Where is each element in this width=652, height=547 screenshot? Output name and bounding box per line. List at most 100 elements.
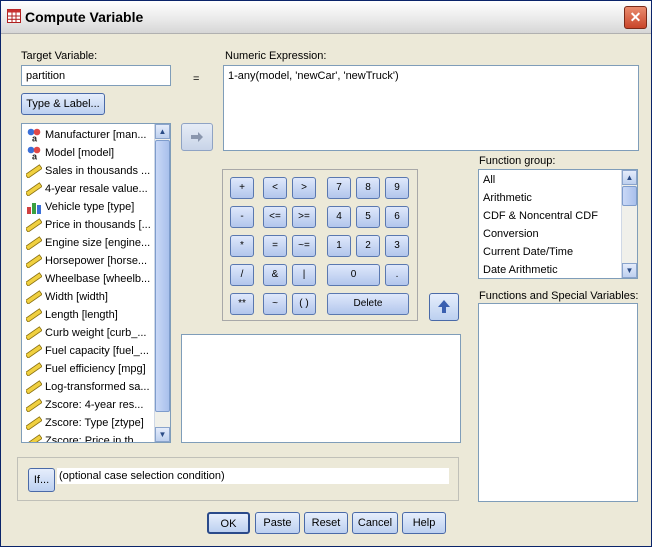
variable-list-item[interactable]: Zscore: Price in th... — [26, 432, 154, 443]
key-0[interactable]: 0 — [327, 264, 380, 286]
target-variable-label: Target Variable: — [21, 50, 98, 62]
key-6[interactable]: 6 — [385, 206, 409, 228]
equals-sign: = — [193, 73, 200, 85]
key-power[interactable]: ** — [230, 293, 254, 315]
key-not[interactable]: ~ — [263, 293, 287, 315]
move-variable-button[interactable] — [181, 123, 213, 151]
function-group-item[interactable]: CDF & Noncentral CDF — [483, 207, 598, 225]
key-greater-than[interactable]: > — [292, 177, 316, 199]
key-multiply[interactable]: * — [230, 235, 254, 257]
variable-list-item[interactable]: Wheelbase [wheelb... — [26, 270, 154, 288]
key-delete[interactable]: Delete — [327, 293, 409, 315]
variable-list-item-label: 4-year resale value... — [45, 183, 148, 195]
variable-list-scrollbar[interactable]: ▲ ▼ — [154, 124, 170, 442]
scroll-down-icon[interactable]: ▼ — [622, 263, 637, 278]
variable-list-item[interactable]: Fuel capacity [fuel_... — [26, 342, 154, 360]
key-less-equal[interactable]: <= — [263, 206, 287, 228]
help-button[interactable]: Help — [402, 512, 446, 534]
variable-list-item-label: Vehicle type [type] — [45, 201, 135, 213]
variable-list-item[interactable]: Log-transformed sa... — [26, 378, 154, 396]
key-less-than[interactable]: < — [263, 177, 287, 199]
arrow-right-icon — [191, 132, 203, 142]
if-button[interactable]: If... — [28, 468, 55, 492]
numeric-expression-text: 1-any(model, 'newCar', 'newTruck') — [228, 70, 399, 82]
cancel-button[interactable]: Cancel — [352, 512, 398, 534]
reset-button[interactable]: Reset — [304, 512, 348, 534]
variable-list-item[interactable]: Zscore: 4-year res... — [26, 396, 154, 414]
variable-list-item[interactable]: a Manufacturer [man... — [26, 126, 154, 144]
numeric-expression-input[interactable]: 1-any(model, 'newCar', 'newTruck') — [223, 65, 639, 151]
variable-list-item[interactable]: Sales in thousands ... — [26, 162, 154, 180]
variable-list-item[interactable]: Fuel efficiency [mpg] — [26, 360, 154, 378]
type-label-button[interactable]: Type & Label... — [21, 93, 105, 115]
key-2[interactable]: 2 — [356, 235, 380, 257]
scroll-thumb[interactable] — [155, 140, 170, 412]
scroll-down-icon[interactable]: ▼ — [155, 427, 170, 442]
variable-list[interactable]: a Manufacturer [man... a Model [model] Sales… — [21, 123, 171, 443]
function-group-item[interactable]: Current Date/Time — [483, 243, 573, 261]
variable-list-item-label: Zscore: 4-year res... — [45, 399, 144, 411]
function-group-item[interactable]: All — [483, 171, 495, 189]
nominal-string-icon: a — [27, 146, 41, 160]
functions-special-variables-label: Functions and Special Variables: — [479, 290, 639, 302]
scale-ruler-icon — [26, 344, 42, 359]
insert-function-button[interactable] — [429, 293, 459, 321]
scroll-up-icon[interactable]: ▲ — [155, 124, 170, 139]
functions-special-variables-list[interactable] — [478, 303, 638, 502]
variable-list-item-label: Zscore: Price in th... — [45, 435, 143, 443]
key-parentheses[interactable]: ( ) — [292, 293, 316, 315]
function-group-item[interactable]: Arithmetic — [483, 189, 532, 207]
variable-list-item[interactable]: 4-year resale value... — [26, 180, 154, 198]
variable-list-item[interactable]: Zscore: Type [ztype] — [26, 414, 154, 432]
key-5[interactable]: 5 — [356, 206, 380, 228]
function-group-item[interactable]: Date Arithmetic — [483, 261, 558, 278]
key-not-equal[interactable]: ~= — [292, 235, 316, 257]
variable-list-item-label: Curb weight [curb_... — [45, 327, 147, 339]
key-minus[interactable]: - — [230, 206, 254, 228]
key-decimal[interactable]: . — [385, 264, 409, 286]
variable-list-item[interactable]: Length [length] — [26, 306, 154, 324]
target-variable-input[interactable] — [21, 65, 171, 86]
key-or[interactable]: | — [292, 264, 316, 286]
calculator-keypad: + < > 7 8 9 - <= >= 4 5 6 * = ~= 1 2 3 /… — [222, 169, 418, 321]
scroll-up-icon[interactable]: ▲ — [622, 170, 637, 185]
function-group-scrollbar[interactable]: ▲ ▼ — [621, 170, 637, 278]
variable-list-item[interactable]: Vehicle type [type] — [26, 198, 154, 216]
key-plus[interactable]: + — [230, 177, 254, 199]
key-divide[interactable]: / — [230, 264, 254, 286]
variable-list-item[interactable]: Engine size [engine... — [26, 234, 154, 252]
key-9[interactable]: 9 — [385, 177, 409, 199]
key-and[interactable]: & — [263, 264, 287, 286]
ok-button[interactable]: OK — [207, 512, 250, 534]
variable-list-item-label: Price in thousands [... — [45, 219, 151, 231]
scroll-thumb[interactable] — [622, 186, 637, 206]
variable-list-item[interactable]: Price in thousands [... — [26, 216, 154, 234]
numeric-expression-label: Numeric Expression: — [225, 50, 327, 62]
scale-ruler-icon — [26, 164, 42, 179]
variable-list-item[interactable]: Curb weight [curb_... — [26, 324, 154, 342]
key-3[interactable]: 3 — [385, 235, 409, 257]
key-8[interactable]: 8 — [356, 177, 380, 199]
title-bar[interactable]: Compute Variable ✕ — [1, 1, 651, 34]
bar-chart-icon — [27, 203, 41, 215]
variable-list-item-label: Fuel capacity [fuel_... — [45, 345, 149, 357]
key-greater-equal[interactable]: >= — [292, 206, 316, 228]
function-group-list[interactable]: All Arithmetic CDF & Noncentral CDF Convers… — [478, 169, 638, 279]
variable-list-item[interactable]: Width [width] — [26, 288, 154, 306]
function-group-item[interactable]: Conversion — [483, 225, 539, 243]
scale-ruler-icon — [26, 272, 42, 287]
scale-ruler-icon — [26, 326, 42, 341]
key-equal[interactable]: = — [263, 235, 287, 257]
paste-button[interactable]: Paste — [255, 512, 300, 534]
variable-list-item[interactable]: a Model [model] — [26, 144, 154, 162]
close-button[interactable]: ✕ — [624, 6, 647, 29]
nominal-string-icon: a — [27, 128, 41, 142]
key-4[interactable]: 4 — [327, 206, 351, 228]
variable-list-item-label: Log-transformed sa... — [45, 381, 150, 393]
scale-ruler-icon — [26, 182, 42, 197]
variable-list-item-label: Fuel efficiency [mpg] — [45, 363, 146, 375]
variable-list-item[interactable]: Horsepower [horse... — [26, 252, 154, 270]
key-7[interactable]: 7 — [327, 177, 351, 199]
key-1[interactable]: 1 — [327, 235, 351, 257]
scale-ruler-icon — [26, 254, 42, 269]
